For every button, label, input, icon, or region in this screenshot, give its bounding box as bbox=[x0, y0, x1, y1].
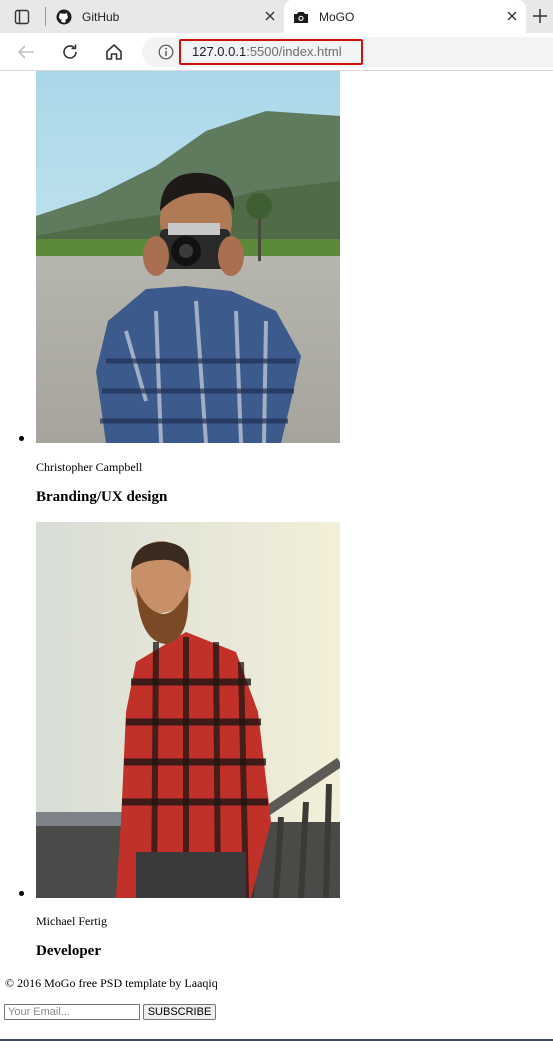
info-icon[interactable] bbox=[158, 44, 174, 60]
url-host: 127.0.0.1 bbox=[192, 44, 247, 59]
close-icon[interactable] bbox=[504, 8, 520, 24]
list-bullet bbox=[19, 436, 24, 441]
arrow-left-icon bbox=[17, 45, 34, 59]
reload-button[interactable] bbox=[57, 39, 83, 65]
browser-toolbar: 127.0.0.1:5500/index.html bbox=[0, 33, 553, 71]
back-button[interactable] bbox=[13, 39, 39, 65]
camera-icon bbox=[292, 8, 310, 26]
footer-copyright: © 2016 MoGo free PSD template by Laaqiq bbox=[5, 976, 218, 990]
email-field[interactable] bbox=[4, 1004, 140, 1020]
tab-github[interactable]: GitHub bbox=[47, 0, 284, 33]
home-icon bbox=[106, 44, 122, 60]
team-member-name: Christopher Campbell bbox=[36, 460, 143, 474]
browser-tab-strip: GitHub MoGO bbox=[0, 0, 553, 33]
url-path: :5500/index.html bbox=[246, 44, 342, 59]
list-bullet bbox=[19, 891, 24, 896]
tab-title: GitHub bbox=[82, 9, 120, 24]
tab-mogo[interactable]: MoGO bbox=[284, 0, 526, 33]
team-member-name: Michael Fertig bbox=[36, 914, 107, 928]
home-button[interactable] bbox=[101, 39, 127, 65]
subscribe-button[interactable]: SUBSCRIBE bbox=[143, 1004, 216, 1020]
team-member-role: Branding/UX design bbox=[36, 489, 168, 505]
close-icon[interactable] bbox=[262, 8, 278, 24]
team-member-role: Developer bbox=[36, 943, 101, 959]
reload-icon bbox=[63, 44, 77, 59]
team-member-photo bbox=[36, 522, 340, 898]
tab-actions-button[interactable] bbox=[6, 6, 38, 28]
address-bar[interactable]: 127.0.0.1:5500/index.html bbox=[142, 37, 553, 67]
new-tab-button[interactable] bbox=[528, 5, 552, 27]
team-member-photo bbox=[36, 71, 340, 443]
github-icon bbox=[55, 8, 73, 26]
tab-actions-icon bbox=[14, 9, 30, 25]
url-field[interactable]: 127.0.0.1:5500/index.html bbox=[179, 39, 363, 65]
tab-title: MoGO bbox=[319, 9, 355, 24]
plus-icon bbox=[533, 9, 547, 23]
tab-divider bbox=[45, 7, 46, 26]
